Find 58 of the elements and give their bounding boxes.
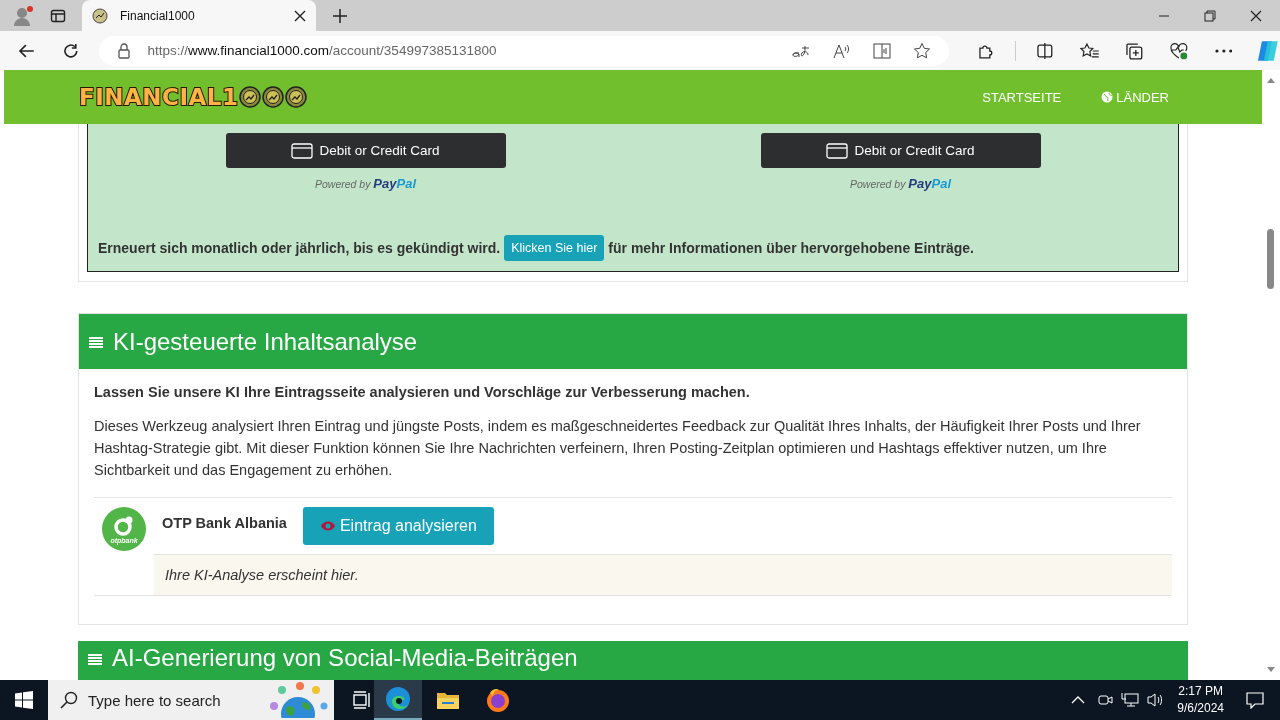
coin-icon [285, 86, 308, 108]
coin-icon [92, 7, 108, 24]
card-payment-button[interactable]: Debit or Credit Card [760, 133, 1041, 168]
coin-icon [239, 86, 262, 108]
folder-icon [436, 690, 460, 710]
edge-icon [385, 686, 411, 712]
scroll-down-icon[interactable] [1266, 666, 1276, 674]
paypal-powered-by: Powered by PayPal [315, 176, 416, 191]
credit-card-icon [826, 142, 849, 159]
tab-title: Financial1000 [120, 8, 196, 23]
network-icon[interactable] [1121, 692, 1140, 708]
section-description: Dieses Werkzeug analysiert Ihren Eintrag und jüngste Posts, indem es maßgeschneidertes Feedback zur Qualität Ihres Inhalts, der Häufigkeit Ihrer Posts und Ihrer Hashtag-Strategie gibt. Mit dieser Funktion können Sie Ihre Nachrichten verfeinern, Ihren Posting-Zeitplan optimieren und Hashtags effektiver nutzen, um Ihre Sichtbarkeit und das Engagement zu erhöhen. [94, 417, 1142, 480]
favorites-icon[interactable] [1079, 41, 1100, 60]
chevron-up-icon[interactable] [1071, 696, 1086, 704]
card-payment-button[interactable]: Debit or Credit Card [225, 133, 506, 168]
refresh-icon[interactable] [61, 41, 80, 60]
eye-icon [319, 520, 336, 532]
renewal-note: Erneuert sich monatlich oder jährlich, bis es gekündigt wird. [98, 240, 501, 256]
lock-icon [117, 42, 132, 59]
renewal-note: für mehr Informationen über hervorgehobene Einträge. [608, 240, 974, 256]
read-aloud-icon[interactable] [833, 42, 852, 59]
globe-icon [1101, 91, 1114, 103]
taskbar-app[interactable] [374, 680, 422, 720]
taskbar-search-field[interactable]: Type here to search [48, 680, 334, 720]
health-icon[interactable] [1168, 41, 1189, 60]
collections-icon[interactable] [1125, 41, 1143, 60]
split-screen-icon[interactable] [1035, 41, 1054, 60]
address-field[interactable]: https://www.financial1000.com/account/354997385131800 [99, 35, 950, 66]
search-icon [60, 691, 78, 709]
task-view-icon[interactable] [352, 691, 372, 709]
restore-icon[interactable] [1204, 9, 1216, 22]
notifications-icon[interactable] [1246, 691, 1264, 709]
star-icon[interactable] [913, 41, 932, 60]
copilot-icon[interactable] [1256, 38, 1280, 63]
scroll-thumb[interactable] [1267, 229, 1274, 289]
listing-name: OTP Bank Albania [162, 515, 287, 531]
coin-icon [262, 86, 285, 108]
profile-icon[interactable] [12, 4, 34, 27]
analysis-result-text: Ihre KI-Analyse erscheint hier. [165, 567, 359, 583]
scroll-up-icon[interactable] [1266, 76, 1276, 84]
credit-card-icon [291, 142, 314, 159]
camera-icon[interactable] [1097, 692, 1114, 708]
list-icon [88, 653, 102, 665]
close-icon[interactable] [1250, 9, 1262, 22]
windows-start-icon[interactable] [15, 691, 33, 709]
reader-icon[interactable] [873, 42, 892, 59]
section-lead: Lassen Sie unsere KI Ihre Eintragsseite analysieren und Vorschläge zur Verbesserung machen. [94, 384, 751, 400]
new-tab-icon[interactable] [332, 7, 348, 24]
close-icon[interactable] [294, 9, 306, 22]
browser-tab[interactable]: Financial1000 [82, 0, 316, 31]
tab-actions-icon[interactable] [50, 7, 66, 24]
section-title: KI-gesteuerte Inhaltsanalyse [113, 327, 418, 356]
list-icon [89, 335, 103, 348]
paypal-powered-by: Powered by PayPal [850, 176, 951, 191]
more-icon[interactable] [1214, 48, 1233, 53]
taskbar-clock[interactable]: 2:17 PM 9/6/2024 [1177, 683, 1224, 717]
section-title: AI-Generierung von Social-Media-Beiträgen [112, 644, 578, 672]
firefox-icon [485, 687, 511, 713]
